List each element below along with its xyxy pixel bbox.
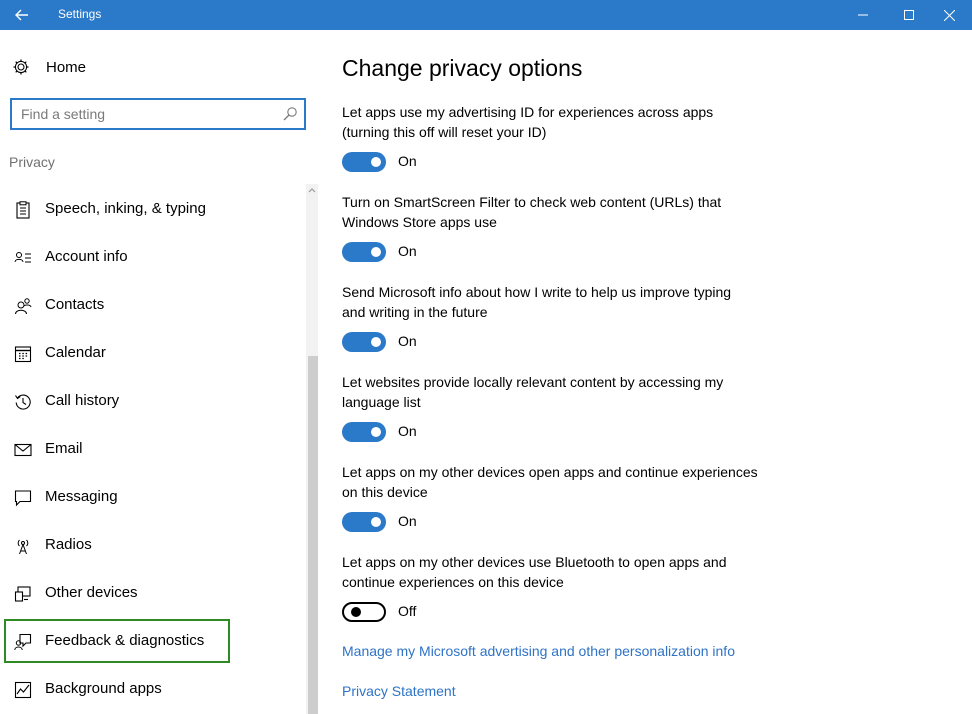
typing-info-toggle[interactable] [342, 332, 386, 352]
sidebar-item-label: Calendar [45, 344, 106, 361]
page-title: Change privacy options [342, 55, 583, 81]
scroll-up-arrow-icon[interactable] [306, 186, 318, 196]
setting-description-line: Windows Store apps use [342, 214, 497, 230]
toggle-state-label: Off [398, 603, 417, 619]
setting-description: Let websites provide locally relevant co… [342, 372, 802, 412]
sidebar-item-contacts[interactable]: Contacts [4, 283, 230, 327]
sidebar-item-speech[interactable]: Speech, inking, & typing [4, 187, 230, 231]
setting-description-line: Let apps use my advertising ID for exper… [342, 104, 714, 120]
other-devices-icon [14, 586, 31, 602]
back-arrow-icon [15, 9, 28, 21]
section-label-privacy: Privacy [9, 154, 55, 170]
setting-language-list: Let websites provide locally relevant co… [342, 372, 802, 442]
setting-typing-info: Send Microsoft info about how I write to… [342, 282, 802, 352]
sidebar-item-call-history[interactable]: Call history [4, 379, 230, 423]
setting-description-line: Let websites provide locally relevant co… [342, 374, 724, 390]
home-nav-item[interactable]: Home [12, 57, 86, 77]
sidebar: Home Privacy Speech, inking, & typing Ac… [0, 30, 318, 714]
advertising-id-toggle[interactable] [342, 152, 386, 172]
sidebar-item-radios[interactable]: Radios [4, 523, 230, 567]
radios-icon [17, 539, 29, 555]
close-button[interactable] [926, 0, 972, 30]
toggle-knob [371, 517, 381, 527]
setting-bluetooth-apps: Let apps on my other devices use Bluetoo… [342, 552, 802, 622]
sidebar-item-label: Call history [45, 392, 120, 409]
setting-description: Let apps use my advertising ID for exper… [342, 102, 802, 142]
scroll-thumb[interactable] [308, 356, 318, 714]
search-icon[interactable] [282, 106, 298, 122]
feedback-icon [14, 633, 32, 651]
sidebar-item-messaging[interactable]: Messaging [4, 475, 230, 519]
window-title: Settings [58, 7, 102, 21]
sidebar-item-label: Speech, inking, & typing [45, 200, 206, 217]
minimize-button[interactable] [840, 0, 886, 30]
setting-description-line: Let apps on my other devices open apps a… [342, 464, 758, 480]
gear-icon [13, 59, 29, 75]
setting-description-line: Send Microsoft info about how I write to… [342, 284, 732, 300]
search-input[interactable] [21, 104, 271, 124]
setting-description: Turn on SmartScreen Filter to check web … [342, 192, 802, 232]
title-bar: Settings [0, 0, 972, 30]
setting-description-line: Let apps on my other devices use Bluetoo… [342, 554, 727, 570]
close-icon [943, 9, 955, 21]
setting-description-line: Turn on SmartScreen Filter to check web … [342, 194, 722, 210]
calendar-icon [14, 346, 32, 363]
toggle-knob [371, 337, 381, 347]
background-apps-icon [14, 681, 32, 699]
toggle-knob [371, 157, 381, 167]
manage-advertising-link[interactable]: Manage my Microsoft advertising and othe… [342, 643, 735, 659]
setting-smartscreen: Turn on SmartScreen Filter to check web … [342, 192, 802, 262]
toggle-knob [351, 607, 361, 617]
email-icon [14, 443, 32, 457]
setting-description-line: continue experiences on this device [342, 574, 564, 590]
smartscreen-toggle[interactable] [342, 242, 386, 262]
sidebar-item-label: Radios [45, 536, 92, 553]
setting-description-line: and writing in the future [342, 304, 488, 320]
setting-advertising-id: Let apps use my advertising ID for exper… [342, 102, 802, 172]
sidebar-scrollbar[interactable] [306, 184, 318, 714]
sidebar-item-calendar[interactable]: Calendar [4, 331, 230, 375]
toggle-knob [371, 427, 381, 437]
setting-description: Send Microsoft info about how I write to… [342, 282, 802, 322]
toggle-knob [371, 247, 381, 257]
sidebar-item-email[interactable]: Email [4, 427, 230, 471]
maximize-icon [904, 10, 914, 20]
setting-description: Let apps on my other devices use Bluetoo… [342, 552, 802, 592]
sidebar-item-label: Background apps [45, 680, 162, 697]
setting-description: Let apps on my other devices open apps a… [342, 462, 802, 502]
home-label: Home [46, 58, 87, 76]
contacts-icon [15, 298, 32, 315]
other-devices-apps-toggle[interactable] [342, 512, 386, 532]
toggle-state-label: On [398, 243, 417, 259]
language-list-toggle[interactable] [342, 422, 386, 442]
main-content: Change privacy options Let apps use my a… [342, 30, 962, 714]
call-history-icon [15, 394, 31, 410]
minimize-icon [858, 14, 868, 16]
back-button[interactable] [0, 0, 44, 30]
setting-description-line: on this device [342, 484, 428, 500]
sidebar-item-account-info[interactable]: Account info [4, 235, 230, 279]
speech-icon [16, 201, 30, 219]
search-box[interactable] [10, 98, 306, 130]
sidebar-item-label: Feedback & diagnostics [45, 632, 205, 649]
sidebar-item-label: Other devices [45, 584, 138, 601]
account-info-icon [14, 252, 31, 263]
privacy-statement-link[interactable]: Privacy Statement [342, 683, 456, 699]
toggle-state-label: On [398, 423, 417, 439]
sidebar-item-feedback-diagnostics[interactable]: Feedback & diagnostics [4, 619, 230, 663]
sidebar-item-label: Messaging [45, 488, 118, 505]
sidebar-item-label: Email [45, 440, 83, 457]
toggle-state-label: On [398, 333, 417, 349]
bluetooth-apps-toggle[interactable] [342, 602, 386, 622]
setting-description-line: language list [342, 394, 421, 410]
sidebar-item-label: Contacts [45, 296, 105, 313]
messaging-icon [14, 490, 32, 507]
setting-description-line: (turning this off will reset your ID) [342, 124, 547, 140]
sidebar-item-label: Account info [45, 248, 128, 265]
setting-other-devices-apps: Let apps on my other devices open apps a… [342, 462, 802, 532]
sidebar-item-background-apps[interactable]: Background apps [4, 667, 230, 711]
toggle-state-label: On [398, 153, 417, 169]
toggle-state-label: On [398, 513, 417, 529]
sidebar-item-other-devices[interactable]: Other devices [4, 571, 230, 615]
